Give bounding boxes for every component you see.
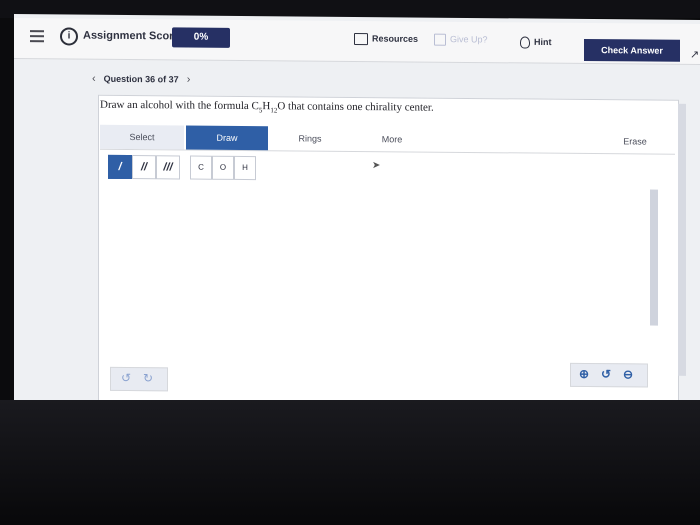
- top-toolbar: i Assignment Score: 0% Resources Give Up…: [14, 18, 700, 65]
- check-answer-button[interactable]: Check Answer: [584, 38, 680, 62]
- give-up-label: Give Up?: [450, 34, 488, 45]
- triple-bond-button[interactable]: ///: [156, 155, 180, 180]
- atom-h-button[interactable]: H: [234, 155, 256, 181]
- editor-tabs: Select Draw Rings More Erase: [100, 124, 675, 155]
- hint-label: Hint: [534, 36, 552, 48]
- assignment-score-badge: 0%: [172, 27, 230, 48]
- tab-draw[interactable]: Draw: [186, 125, 268, 151]
- give-up-icon: [434, 33, 446, 46]
- chevron-left-icon[interactable]: ‹: [92, 73, 96, 85]
- question-counter: Question 36 of 37: [103, 73, 179, 85]
- question-text-part: Draw an alcohol with the formula C: [100, 98, 259, 113]
- canvas-scrollbar[interactable]: [650, 189, 658, 326]
- resources-button[interactable]: Resources: [354, 32, 419, 46]
- undo-redo-group: ↺ ↻: [110, 366, 168, 392]
- assignment-score-label: Assignment Score:: [83, 29, 184, 43]
- tab-more[interactable]: More: [352, 127, 432, 152]
- zoom-controls: ⊕ ↺ ⊖: [570, 362, 648, 388]
- chevron-right-icon[interactable]: ›: [187, 74, 191, 86]
- screen: i Assignment Score: 0% Resources Give Up…: [14, 14, 700, 422]
- single-bond-button[interactable]: /: [108, 154, 132, 180]
- give-up-button[interactable]: Give Up?: [434, 33, 488, 46]
- expand-icon[interactable]: ↗: [690, 48, 699, 61]
- double-bond-button[interactable]: //: [132, 155, 156, 180]
- lightbulb-icon: [520, 36, 530, 49]
- undo-icon[interactable]: ↺: [121, 371, 131, 385]
- question-text: Draw an alcohol with the formula C5H12O …: [100, 99, 434, 116]
- monitor-bezel-bottom: [0, 400, 700, 525]
- zoom-in-icon[interactable]: ⊕: [579, 367, 589, 381]
- folder-icon: [354, 32, 368, 46]
- tab-rings[interactable]: Rings: [270, 126, 350, 151]
- tab-select[interactable]: Select: [100, 124, 184, 150]
- info-icon[interactable]: i: [60, 27, 78, 46]
- question-text-part: O that contains one chirality center.: [277, 100, 434, 114]
- hint-button[interactable]: Hint: [520, 36, 552, 49]
- page-scrollbar[interactable]: [678, 103, 686, 376]
- tab-erase[interactable]: Erase: [600, 129, 670, 154]
- reset-zoom-icon[interactable]: ↺: [601, 367, 611, 381]
- redo-icon[interactable]: ↻: [143, 371, 153, 385]
- atom-o-button[interactable]: O: [212, 155, 234, 180]
- question-navigation: ‹ Question 36 of 37 ›: [84, 73, 198, 86]
- zoom-out-icon[interactable]: ⊖: [623, 367, 633, 381]
- menu-icon[interactable]: [30, 30, 44, 44]
- atom-c-button[interactable]: C: [190, 155, 212, 180]
- mouse-cursor-icon: ➤: [372, 160, 381, 172]
- resources-label: Resources: [372, 33, 419, 44]
